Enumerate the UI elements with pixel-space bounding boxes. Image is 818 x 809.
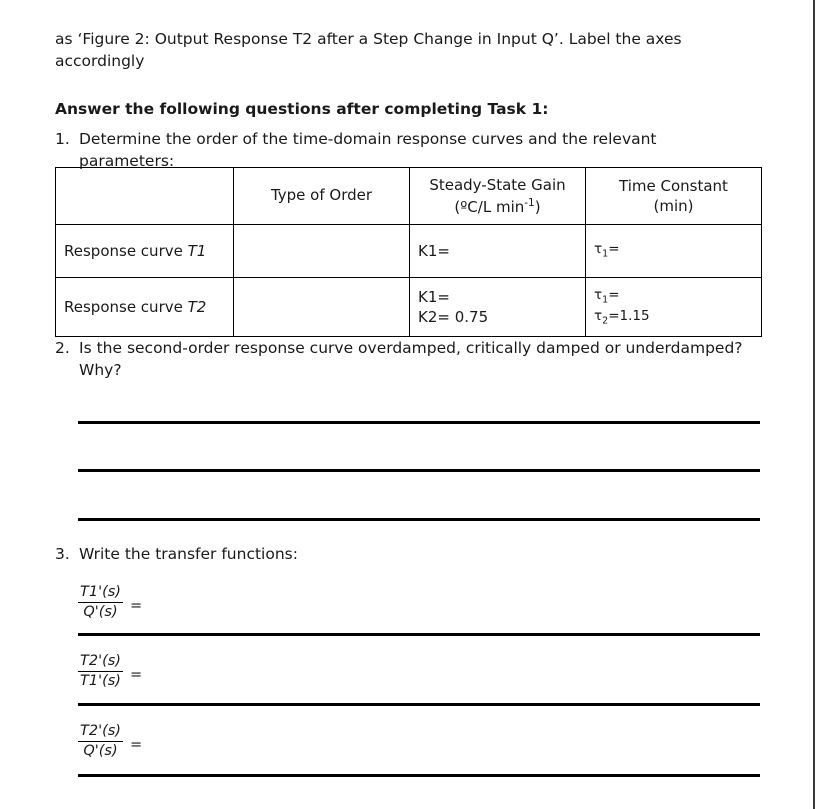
- cell-tau1-t1: τ1=: [594, 240, 753, 262]
- cell-order-t2[interactable]: [233, 277, 410, 337]
- answer-line-3[interactable]: [78, 518, 760, 521]
- gain-header-title: Steady-State Gain: [429, 176, 566, 195]
- cell-order-t1[interactable]: [233, 224, 410, 278]
- question-1: 1. Determine the order of the time-domai…: [55, 128, 761, 172]
- tau-symbol: τ: [594, 308, 603, 324]
- cell-gain-t2-line1: K1=: [418, 287, 450, 306]
- transfer-function-2-answer-line[interactable]: [78, 703, 760, 706]
- cell-time-constant-t1[interactable]: τ1=: [585, 224, 762, 278]
- cell-tau1-t2: τ1=: [594, 286, 753, 308]
- question-2-text-tail: Why?: [79, 361, 122, 379]
- table-row: Response curve T1 K1= τ1=: [55, 224, 762, 278]
- transfer-function-1: T1'(s) Q'(s) =: [78, 584, 142, 621]
- row-label-t1: Response curve T1: [55, 224, 234, 278]
- equals-sign: =: [129, 597, 143, 614]
- table-header-steady-state-gain: Steady-State Gain (ºC/L min-1): [409, 167, 586, 225]
- fraction-numerator: T1'(s): [78, 584, 123, 604]
- question-3-number: 3.: [55, 545, 70, 563]
- gain-units-pre: (ºC/L min: [454, 197, 525, 216]
- answer-line-2[interactable]: [78, 469, 760, 472]
- fraction-denominator: T1'(s): [80, 673, 121, 690]
- cell-tau2-t2: τ2=1.15: [594, 307, 753, 329]
- intro-line-2: accordingly: [55, 51, 145, 70]
- intro-line-1: as ‘Figure 2: Output Response T2 after a…: [55, 29, 682, 48]
- page-edge-border: [813, 0, 815, 809]
- fraction-t2-over-t1: T2'(s) T1'(s): [78, 653, 123, 690]
- table-header-corner: [55, 167, 234, 225]
- tau-value: =1.15: [608, 308, 650, 324]
- question-3-text: Write the transfer functions:: [79, 545, 298, 563]
- cell-gain-t1[interactable]: K1=: [409, 224, 586, 278]
- gain-units-exponent: -1: [524, 196, 535, 209]
- question-1-text: Determine the order of the time-domain r…: [79, 128, 761, 172]
- section-prompt: Answer the following questions after com…: [55, 99, 549, 118]
- row-label-t1-pre: Response curve: [64, 242, 188, 260]
- fraction-t1-over-q: T1'(s) Q'(s): [78, 584, 123, 621]
- row-label-t2-pre: Response curve: [64, 298, 188, 316]
- question-1-number: 1.: [55, 130, 70, 148]
- table-row: Response curve T2 K1= K2= 0.75 τ1= τ2=1.…: [55, 277, 762, 337]
- worksheet-page: as ‘Figure 2: Output Response T2 after a…: [0, 0, 790, 809]
- equals-sign: =: [129, 666, 143, 683]
- time-header-title: Time Constant: [619, 176, 728, 195]
- row-label-t1-symbol: T1: [187, 242, 207, 260]
- row-label-t2: Response curve T2: [55, 277, 234, 337]
- question-2-number: 2.: [55, 339, 70, 357]
- transfer-function-3: T2'(s) Q'(s) =: [78, 723, 142, 760]
- cell-gain-t2[interactable]: K1= K2= 0.75: [409, 277, 586, 337]
- transfer-function-2: T2'(s) T1'(s) =: [78, 653, 142, 690]
- fraction-denominator: Q'(s): [83, 743, 118, 760]
- cell-time-constant-t2[interactable]: τ1= τ2=1.15: [585, 277, 762, 337]
- answer-line-1[interactable]: [78, 421, 760, 424]
- gain-units-post: ): [534, 197, 541, 216]
- transfer-function-1-answer-line[interactable]: [78, 633, 760, 636]
- tau-symbol: τ: [594, 241, 603, 258]
- intro-paragraph: as ‘Figure 2: Output Response T2 after a…: [55, 28, 761, 72]
- tau-value: =: [608, 241, 620, 258]
- gain-header-units: (ºC/L min-1): [418, 196, 577, 217]
- table-header-time-constant: Time Constant (min): [585, 167, 762, 225]
- row-label-t2-symbol: T2: [187, 298, 207, 316]
- table-header-row: Type of Order Steady-State Gain (ºC/L mi…: [55, 167, 762, 225]
- time-header-units: (min): [653, 197, 694, 215]
- cell-gain-t2-line2: K2= 0.75: [418, 308, 489, 326]
- question-2-text-main: Is the second-order response curve overd…: [79, 339, 743, 357]
- fraction-numerator: T2'(s): [78, 723, 123, 743]
- transfer-function-3-answer-line[interactable]: [78, 774, 760, 777]
- question-3: 3. Write the transfer functions:: [55, 543, 755, 565]
- tau-value: =: [608, 286, 620, 303]
- table-header-type-of-order: Type of Order: [233, 167, 410, 225]
- fraction-numerator: T2'(s): [78, 653, 123, 673]
- equals-sign: =: [129, 736, 143, 753]
- tau-symbol: τ: [594, 286, 603, 303]
- fraction-denominator: Q'(s): [83, 604, 118, 621]
- question-2-text: Is the second-order response curve overd…: [79, 337, 775, 381]
- cell-gain-t1-line1: K1=: [418, 241, 450, 260]
- fraction-t2-over-q: T2'(s) Q'(s): [78, 723, 123, 760]
- question-2: 2. Is the second-order response curve ov…: [55, 337, 775, 381]
- response-parameters-table: Type of Order Steady-State Gain (ºC/L mi…: [55, 167, 762, 337]
- question-1-text-main: Determine the order of the time-domain r…: [79, 130, 657, 148]
